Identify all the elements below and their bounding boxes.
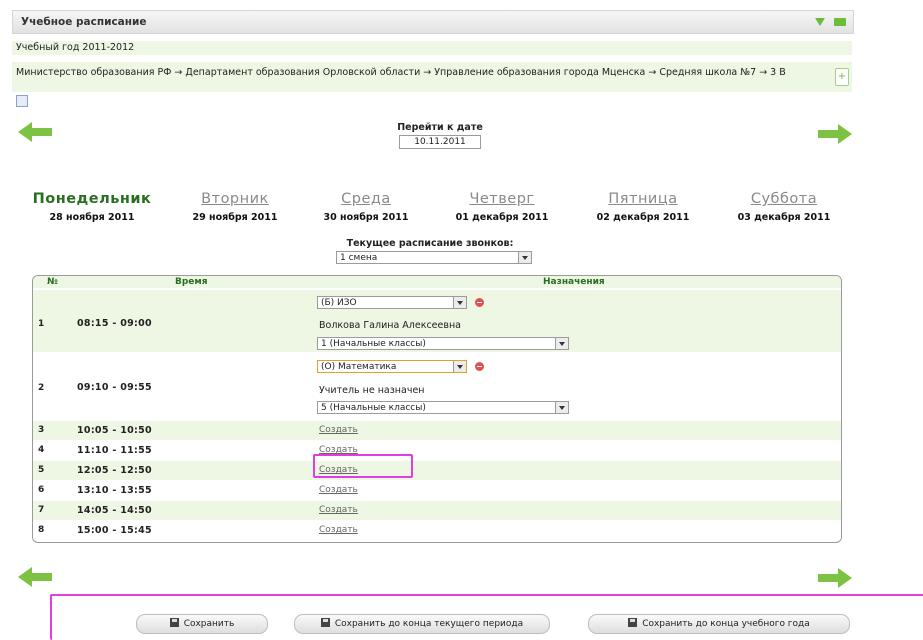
floppy-icon <box>320 618 330 627</box>
class-value: 5 (Начальные классы) <box>321 403 426 413</box>
create-link[interactable]: Создать <box>319 425 358 435</box>
maximize-icon[interactable] <box>833 15 847 29</box>
day-name: Понедельник <box>32 191 152 207</box>
go-to-date: Перейти к дате 10.11.2011 <box>380 122 500 149</box>
save-label: Сохранить <box>183 619 235 629</box>
day-date: 28 ноября 2011 <box>49 212 135 223</box>
day-date: 30 ноября 2011 <box>323 212 409 223</box>
table-row: 4 11:10 - 11:55 Создать <box>33 441 841 460</box>
delete-icon[interactable] <box>475 362 484 371</box>
row-number: 2 <box>38 383 45 393</box>
row-number: 5 <box>38 465 45 475</box>
floppy-icon <box>169 618 179 627</box>
bell-schedule: Текущее расписание звонков: <box>330 238 530 249</box>
save-period-label: Сохранить до конца текущего периода <box>334 619 524 629</box>
subject-value: (Б) ИЗО <box>321 298 357 308</box>
save-year-button[interactable]: Сохранить до конца учебного года <box>588 614 850 634</box>
bell-schedule-select[interactable]: 1 смена <box>336 251 532 264</box>
collapse-down-icon[interactable] <box>813 15 827 29</box>
create-link[interactable]: Создать <box>319 525 358 535</box>
day-name: Вторник <box>201 191 269 207</box>
create-link[interactable]: Создать <box>319 505 358 515</box>
next-week-arrow-icon[interactable] <box>818 124 852 144</box>
bell-schedule-value: 1 смена <box>340 253 378 263</box>
col-assign: Назначения <box>543 277 605 287</box>
day-wednesday[interactable]: Среда 30 ноября 2011 <box>306 191 426 223</box>
day-date: 03 декабря 2011 <box>737 212 831 223</box>
window-titlebar: Учебное расписание <box>12 10 854 34</box>
row-time: 12:05 - 12:50 <box>77 465 152 476</box>
day-monday[interactable]: Понедельник 28 ноября 2011 <box>32 191 152 223</box>
day-friday[interactable]: Пятница 02 декабря 2011 <box>583 191 703 223</box>
teacher-name: Учитель не назначен <box>319 385 425 396</box>
table-header: № Время Назначения <box>33 276 841 288</box>
subject-select[interactable]: (Б) ИЗО <box>317 296 467 309</box>
row-number: 7 <box>38 505 45 515</box>
day-saturday[interactable]: Суббота 03 декабря 2011 <box>724 191 844 223</box>
day-date: 02 декабря 2011 <box>596 212 690 223</box>
row-number: 1 <box>38 319 45 329</box>
row-number: 8 <box>38 525 45 535</box>
chevron-down-icon <box>518 252 531 263</box>
chevron-down-icon <box>555 338 568 349</box>
day-name: Пятница <box>608 191 678 207</box>
row-time: 13:10 - 13:55 <box>77 485 152 496</box>
expand-plus-icon[interactable]: + <box>835 68 849 86</box>
window-title: Учебное расписание <box>21 16 147 28</box>
chevron-down-icon <box>453 297 466 308</box>
row-number: 6 <box>38 485 45 495</box>
subject-select[interactable]: (О) Математика <box>317 360 467 373</box>
day-thursday[interactable]: Четверг 01 декабря 2011 <box>442 191 562 223</box>
next-week-arrow-icon[interactable] <box>818 568 852 588</box>
document-icon[interactable] <box>16 95 28 107</box>
breadcrumb: Министерство образования РФ → Департамен… <box>12 62 852 92</box>
table-row: 3 10:05 - 10:50 Создать <box>33 421 841 440</box>
create-link[interactable]: Создать <box>319 485 358 495</box>
table-row: 8 15:00 - 15:45 Создать <box>33 521 841 540</box>
bell-schedule-label: Текущее расписание звонков: <box>346 238 514 249</box>
row-time: 10:05 - 10:50 <box>77 425 152 436</box>
highlight-box <box>313 454 413 478</box>
breadcrumb-path: Министерство образования РФ → Департамен… <box>16 67 786 78</box>
go-to-date-label: Перейти к дате <box>397 122 483 133</box>
date-input[interactable]: 10.11.2011 <box>399 135 481 149</box>
prev-week-arrow-icon[interactable] <box>18 122 52 142</box>
school-year-bar: Учебный год 2011-2012 <box>12 41 852 55</box>
col-num: № <box>47 277 58 287</box>
row-time: 15:00 - 15:45 <box>77 525 152 536</box>
day-name: Суббота <box>750 191 818 207</box>
schedule-table: № Время Назначения 1 08:15 - 09:00 (Б) И… <box>32 275 842 543</box>
delete-icon[interactable] <box>475 298 484 307</box>
col-time: Время <box>175 277 208 287</box>
school-year-label: Учебный год 2011-2012 <box>16 42 135 53</box>
class-value: 1 (Начальные классы) <box>321 339 426 349</box>
chevron-down-icon <box>555 402 568 413</box>
table-row: 2 09:10 - 09:55 (О) Математика Учитель н… <box>33 354 841 418</box>
save-button[interactable]: Сохранить <box>136 614 268 634</box>
table-row: 7 14:05 - 14:50 Создать <box>33 501 841 520</box>
row-time: 11:10 - 11:55 <box>77 445 152 456</box>
day-date: 01 декабря 2011 <box>455 212 549 223</box>
row-time: 14:05 - 14:50 <box>77 505 152 516</box>
class-select[interactable]: 1 (Начальные классы) <box>317 337 569 350</box>
prev-week-arrow-icon[interactable] <box>18 567 52 587</box>
table-row: 5 12:05 - 12:50 Создать <box>33 461 841 480</box>
subject-value: (О) Математика <box>321 362 397 372</box>
floppy-icon <box>628 618 638 627</box>
chevron-down-icon <box>453 361 466 372</box>
row-number: 4 <box>38 445 45 455</box>
class-select[interactable]: 5 (Начальные классы) <box>317 401 569 414</box>
row-time: 08:15 - 09:00 <box>77 318 152 329</box>
save-year-label: Сохранить до конца учебного года <box>642 619 810 629</box>
table-row: 1 08:15 - 09:00 (Б) ИЗО Волкова Галина А… <box>33 290 841 352</box>
row-number: 3 <box>38 425 45 435</box>
save-period-button[interactable]: Сохранить до конца текущего периода <box>294 614 550 634</box>
day-name: Четверг <box>469 191 535 207</box>
day-date: 29 ноября 2011 <box>192 212 278 223</box>
day-name: Среда <box>341 191 391 207</box>
row-time: 09:10 - 09:55 <box>77 382 152 393</box>
teacher-name: Волкова Галина Алексеевна <box>319 320 462 331</box>
table-row: 6 13:10 - 13:55 Создать <box>33 481 841 500</box>
day-tuesday[interactable]: Вторник 29 ноября 2011 <box>175 191 295 223</box>
